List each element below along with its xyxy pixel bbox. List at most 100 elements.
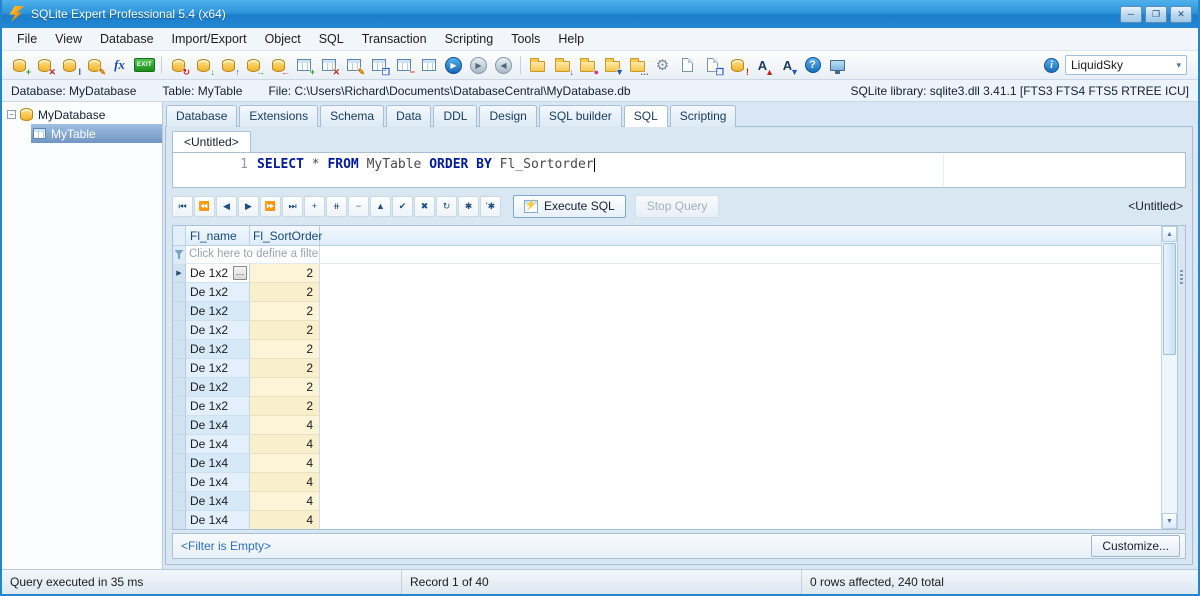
- sql-monitor-icon[interactable]: [825, 53, 850, 77]
- row-selector[interactable]: [173, 302, 186, 321]
- increase-font-icon[interactable]: A ▲: [750, 53, 775, 77]
- cell-fl-name[interactable]: De 1x4: [186, 492, 250, 511]
- table-row[interactable]: De 1x4 4: [173, 435, 1161, 454]
- table-row[interactable]: De 1x4 4: [173, 492, 1161, 511]
- table-row[interactable]: De 1x4 4: [173, 473, 1161, 492]
- cell-fl-name[interactable]: De 1x2: [186, 378, 250, 397]
- customize-button[interactable]: Customize...: [1091, 535, 1180, 557]
- filter-placeholder[interactable]: Click here to define a filter: [186, 246, 320, 263]
- row-selector[interactable]: [173, 340, 186, 359]
- exit-icon[interactable]: EXIT: [132, 53, 157, 77]
- cell-fl-name[interactable]: De 1x4: [186, 435, 250, 454]
- row-selector[interactable]: [173, 283, 186, 302]
- database-tools-icon[interactable]: !: [725, 53, 750, 77]
- cell-fl-sortorder[interactable]: 4: [250, 435, 320, 454]
- attach-database-icon[interactable]: →: [241, 53, 266, 77]
- cell-fl-name[interactable]: De 1x4: [186, 511, 250, 529]
- menu-file[interactable]: File: [8, 29, 46, 49]
- cell-fl-name[interactable]: De 1x2: [186, 283, 250, 302]
- tab-design[interactable]: Design: [479, 105, 537, 127]
- help-icon[interactable]: ?: [800, 53, 825, 77]
- column-header-fl-sortorder[interactable]: Fl_SortOrder: [250, 226, 322, 245]
- cell-fl-sortorder[interactable]: 2: [250, 264, 320, 283]
- drop-table-icon[interactable]: ✕: [316, 53, 341, 77]
- nav-goto-bookmark-button[interactable]: '✱: [480, 195, 501, 217]
- menu-transaction[interactable]: Transaction: [353, 29, 436, 49]
- menu-sql[interactable]: SQL: [310, 29, 353, 49]
- cell-fl-sortorder[interactable]: 4: [250, 473, 320, 492]
- cell-fl-name[interactable]: De 1x2: [186, 397, 250, 416]
- row-selector[interactable]: [173, 416, 186, 435]
- tree-node-database[interactable]: − MyDatabase: [2, 105, 162, 124]
- nav-first-button[interactable]: ⏮: [172, 195, 193, 217]
- design-table-icon[interactable]: ✎: [341, 53, 366, 77]
- row-selector[interactable]: [173, 492, 186, 511]
- nav-prior-button[interactable]: ◀: [216, 195, 237, 217]
- nav-set-bookmark-button[interactable]: ✱: [458, 195, 479, 217]
- nav-refresh-button[interactable]: ↻: [436, 195, 457, 217]
- menu-object[interactable]: Object: [256, 29, 310, 49]
- open-script-icon[interactable]: ↓: [550, 53, 575, 77]
- cell-ellipsis-button[interactable]: …: [233, 266, 247, 280]
- table-row[interactable]: ▶ De 1x2 … 2: [173, 264, 1161, 283]
- nav-next-button[interactable]: ▶: [238, 195, 259, 217]
- new-table-icon[interactable]: +: [291, 53, 316, 77]
- new-document-icon[interactable]: [675, 53, 700, 77]
- rename-database-icon[interactable]: I: [57, 53, 82, 77]
- nav-edit-button[interactable]: ▲: [370, 195, 391, 217]
- new-script-folder-icon[interactable]: [525, 53, 550, 77]
- cell-fl-sortorder[interactable]: 4: [250, 511, 320, 529]
- cell-fl-sortorder[interactable]: 2: [250, 283, 320, 302]
- function-editor-icon[interactable]: fx: [107, 53, 132, 77]
- row-selector[interactable]: [173, 454, 186, 473]
- tree-selection-highlight[interactable]: MyTable: [31, 124, 162, 143]
- favorite-scripts-icon[interactable]: ●: [575, 53, 600, 77]
- cell-fl-name[interactable]: De 1x2: [186, 321, 250, 340]
- tree-node-table[interactable]: MyTable: [2, 124, 162, 143]
- execute-sql-button[interactable]: ⚡ Execute SQL: [513, 194, 626, 218]
- export-database-icon[interactable]: ↑: [216, 53, 241, 77]
- reload-database-icon[interactable]: ↻: [166, 53, 191, 77]
- duplicate-table-icon[interactable]: ❐: [366, 53, 391, 77]
- editor-tab-untitled[interactable]: <Untitled>: [172, 131, 251, 152]
- theme-dropdown[interactable]: LiquidSky ▾: [1065, 55, 1187, 75]
- row-selector[interactable]: [173, 378, 186, 397]
- table-row[interactable]: De 1x4 4: [173, 511, 1161, 529]
- import-database-icon[interactable]: ↓: [191, 53, 216, 77]
- tree-expander-icon[interactable]: −: [7, 110, 16, 119]
- table-row[interactable]: De 1x4 4: [173, 454, 1161, 473]
- tab-sql-builder[interactable]: SQL builder: [538, 105, 622, 127]
- cell-fl-name[interactable]: De 1x2: [186, 340, 250, 359]
- edit-database-icon[interactable]: ✎: [82, 53, 107, 77]
- new-database-icon[interactable]: +: [7, 53, 32, 77]
- column-header-fl-name[interactable]: Fl_name: [186, 226, 250, 245]
- detach-database-icon[interactable]: ←: [266, 53, 291, 77]
- nav-delete-button[interactable]: −: [348, 195, 369, 217]
- sql-editor[interactable]: 1 SELECT * FROM MyTable ORDER BY Fl_Sort…: [172, 152, 1186, 188]
- run-script-icon[interactable]: ▶: [441, 53, 466, 77]
- table-row[interactable]: De 1x2 2: [173, 378, 1161, 397]
- cell-fl-sortorder[interactable]: 4: [250, 454, 320, 473]
- tab-extensions[interactable]: Extensions: [239, 105, 319, 127]
- nav-cancel-button[interactable]: ✖: [414, 195, 435, 217]
- menu-view[interactable]: View: [46, 29, 91, 49]
- row-selector[interactable]: [173, 359, 186, 378]
- row-selector[interactable]: [173, 321, 186, 340]
- menu-database[interactable]: Database: [91, 29, 163, 49]
- nav-prior-page-button[interactable]: ⏪: [194, 195, 215, 217]
- cell-fl-name[interactable]: De 1x4: [186, 473, 250, 492]
- table-row[interactable]: De 1x2 2: [173, 302, 1161, 321]
- maximize-button[interactable]: ❐: [1145, 5, 1167, 23]
- nav-insert-button[interactable]: +: [304, 195, 325, 217]
- minimize-button[interactable]: ─: [1120, 5, 1142, 23]
- row-selector[interactable]: [173, 435, 186, 454]
- menu-scripting[interactable]: Scripting: [436, 29, 503, 49]
- filter-status-link[interactable]: <Filter is Empty>: [178, 539, 271, 553]
- tab-sql[interactable]: SQL: [623, 105, 668, 127]
- cell-fl-sortorder[interactable]: 4: [250, 416, 320, 435]
- menu-import-export[interactable]: Import/Export: [163, 29, 256, 49]
- table-row[interactable]: De 1x2 2: [173, 359, 1161, 378]
- close-button[interactable]: ✕: [1170, 5, 1192, 23]
- vertical-scrollbar[interactable]: ▲ ▼: [1161, 226, 1177, 529]
- cell-fl-name[interactable]: De 1x4: [186, 454, 250, 473]
